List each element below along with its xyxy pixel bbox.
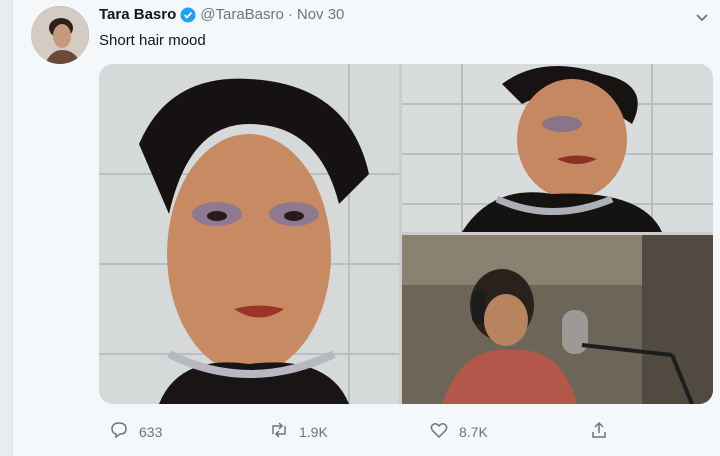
tweet-date[interactable]: Nov 30: [297, 6, 345, 23]
photo-profile[interactable]: [402, 64, 713, 232]
like-count: 8.7K: [459, 423, 488, 440]
retweet-icon: [269, 420, 289, 443]
author-handle[interactable]: @TaraBasro: [200, 6, 284, 23]
reply-icon: [109, 420, 129, 443]
media-grid: [99, 64, 713, 404]
retweet-button[interactable]: 1.9K: [269, 420, 328, 443]
tweet-card[interactable]: Tara Basro @TaraBasro · Nov 30 Short hai…: [12, 0, 720, 456]
share-button[interactable]: [589, 420, 609, 443]
photo-studio[interactable]: [402, 235, 713, 404]
chevron-down-icon[interactable]: [693, 8, 711, 26]
author-name[interactable]: Tara Basro: [99, 6, 176, 23]
tweet-text: Short hair mood: [99, 32, 206, 49]
like-icon: [429, 420, 449, 443]
tweet-header: Tara Basro @TaraBasro · Nov 30: [99, 6, 344, 23]
like-button[interactable]: 8.7K: [429, 420, 488, 443]
avatar[interactable]: [31, 6, 89, 64]
reply-button[interactable]: 633: [109, 420, 162, 443]
separator: ·: [287, 6, 293, 23]
retweet-count: 1.9K: [299, 423, 328, 440]
reply-count: 633: [139, 423, 163, 440]
share-icon: [589, 420, 609, 443]
verified-badge-icon: [180, 7, 196, 23]
photo-closeup[interactable]: [99, 64, 399, 404]
tweet-actions: 633 1.9K 8.7K: [99, 420, 709, 444]
